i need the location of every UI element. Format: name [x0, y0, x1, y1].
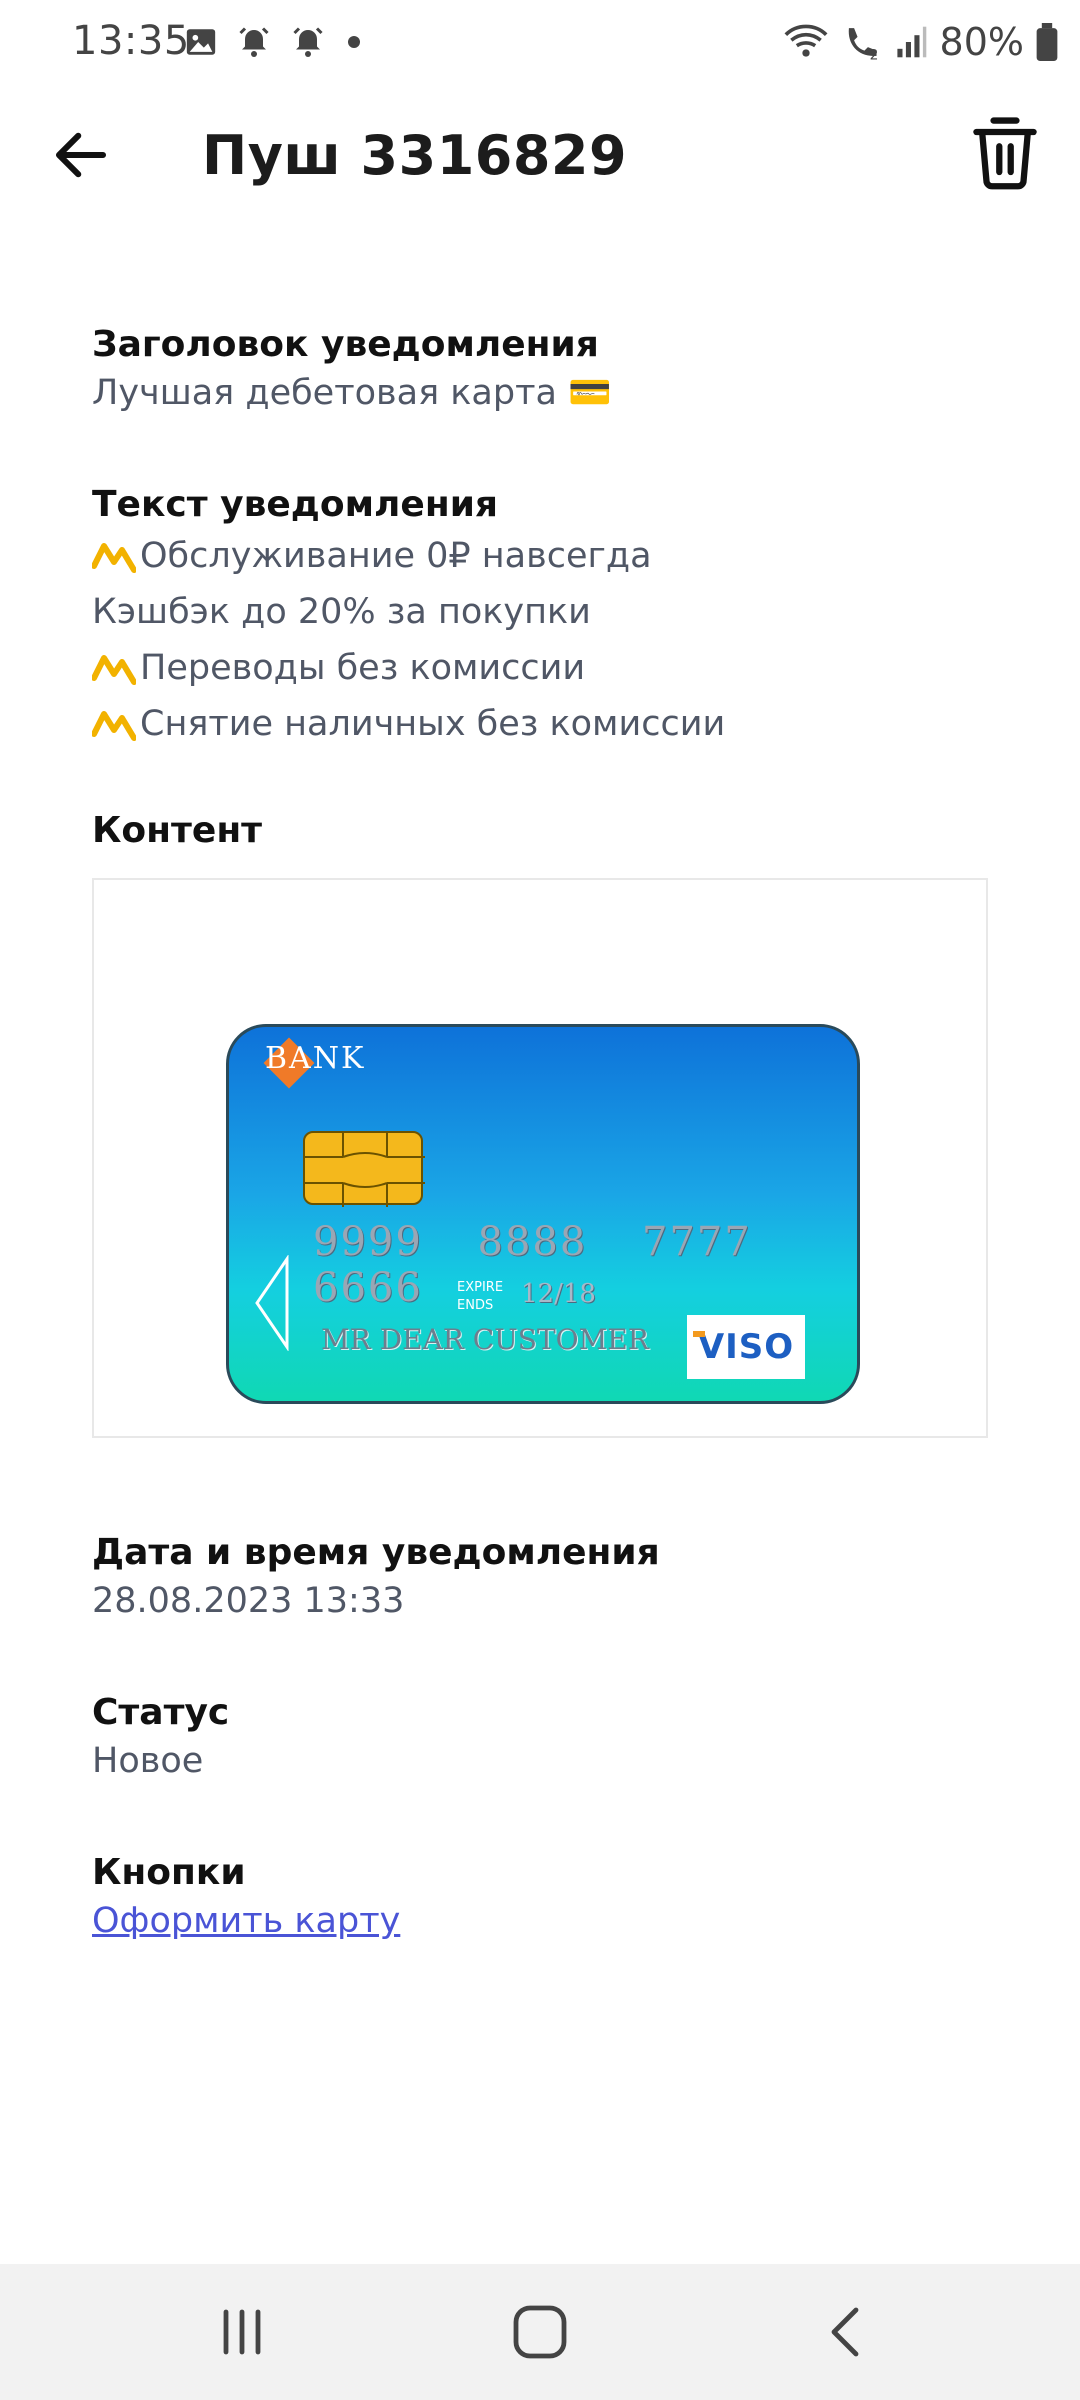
- trash-icon: [973, 117, 1037, 190]
- datetime-value: 28.08.2023 13:33: [92, 1581, 405, 1621]
- notification-text-section: Текст уведомления Обслуживание 0₽ навсег…: [92, 482, 992, 752]
- chevron-left-icon: [831, 2307, 859, 2357]
- svg-text:2: 2: [869, 47, 878, 61]
- recent-apps-icon: [223, 2309, 261, 2355]
- apply-card-link[interactable]: Оформить карту: [92, 1896, 992, 1946]
- system-nav-bar: [0, 2264, 1080, 2400]
- delete-button[interactable]: [970, 112, 1040, 192]
- content-section: Контент: [92, 808, 992, 854]
- notification-text-line: Переводы без комиссии: [92, 640, 992, 696]
- notification-title-label: Заголовок уведомления: [92, 324, 599, 365]
- content-image-frame: BANK 9999 8888 7777 6666 EXPIRE ENDS 12/…: [92, 878, 988, 1438]
- card-brand-logo: VISO: [687, 1315, 805, 1379]
- notification-text-label: Текст уведомления: [92, 484, 499, 525]
- dot-icon: [348, 36, 360, 48]
- notification-title-value: Лучшая дебетовая карта 💳: [92, 373, 612, 413]
- card-bank-name: BANK: [265, 1041, 366, 1076]
- notification-title-section: Заголовок уведомления Лучшая дебетовая к…: [92, 322, 992, 418]
- card-expire-label: EXPIRE ENDS: [457, 1280, 504, 1313]
- signal-icon: [896, 26, 926, 58]
- datetime-label: Дата и время уведомления: [92, 1532, 660, 1573]
- alarm-icon: [239, 27, 269, 57]
- back-nav-button[interactable]: [816, 2300, 880, 2364]
- status-time: 13:35: [72, 18, 190, 64]
- card-arrow-icon: [255, 1255, 289, 1351]
- back-button[interactable]: [48, 122, 114, 188]
- card-holder-name: MR DEAR CUSTOMER: [321, 1323, 649, 1356]
- recent-apps-button[interactable]: [210, 2300, 274, 2364]
- arrow-left-icon: [55, 132, 107, 178]
- card-expire-date: 12/18: [521, 1279, 596, 1309]
- wifi-icon: [784, 24, 827, 57]
- content-label: Контент: [92, 810, 263, 851]
- battery-percent: 80%: [939, 20, 1024, 64]
- bank-card-image: BANK 9999 8888 7777 6666 EXPIRE ENDS 12/…: [226, 1024, 860, 1404]
- page-title: Пуш 3316829: [202, 124, 628, 187]
- home-icon: [513, 2305, 567, 2359]
- status-label: Статус: [92, 1692, 230, 1733]
- status-bar: 13:35 2 80%: [0, 0, 1080, 90]
- notification-text-line: Кэшбэк до 20% за покупки: [92, 592, 591, 632]
- status-section: Статус Новое: [92, 1690, 992, 1786]
- chart-up-icon: [92, 711, 136, 741]
- battery-icon: [1036, 23, 1058, 61]
- notification-text-line: Снятие наличных без комиссии: [92, 696, 992, 752]
- alarm-icon: [293, 27, 323, 57]
- card-chip: [303, 1131, 425, 1207]
- notification-text-line: Обслуживание 0₽ навсегда: [92, 528, 992, 584]
- chart-up-icon: [92, 543, 136, 573]
- call-icon: 2: [848, 28, 878, 61]
- home-button[interactable]: [508, 2300, 572, 2364]
- chart-up-icon: [92, 655, 136, 685]
- datetime-section: Дата и время уведомления 28.08.2023 13:3…: [92, 1530, 992, 1626]
- gallery-icon: [186, 29, 216, 55]
- status-value: Новое: [92, 1741, 204, 1781]
- buttons-label: Кнопки: [92, 1852, 246, 1893]
- app-bar: Пуш 3316829: [0, 100, 1080, 210]
- buttons-section: Кнопки Оформить карту: [92, 1850, 992, 1946]
